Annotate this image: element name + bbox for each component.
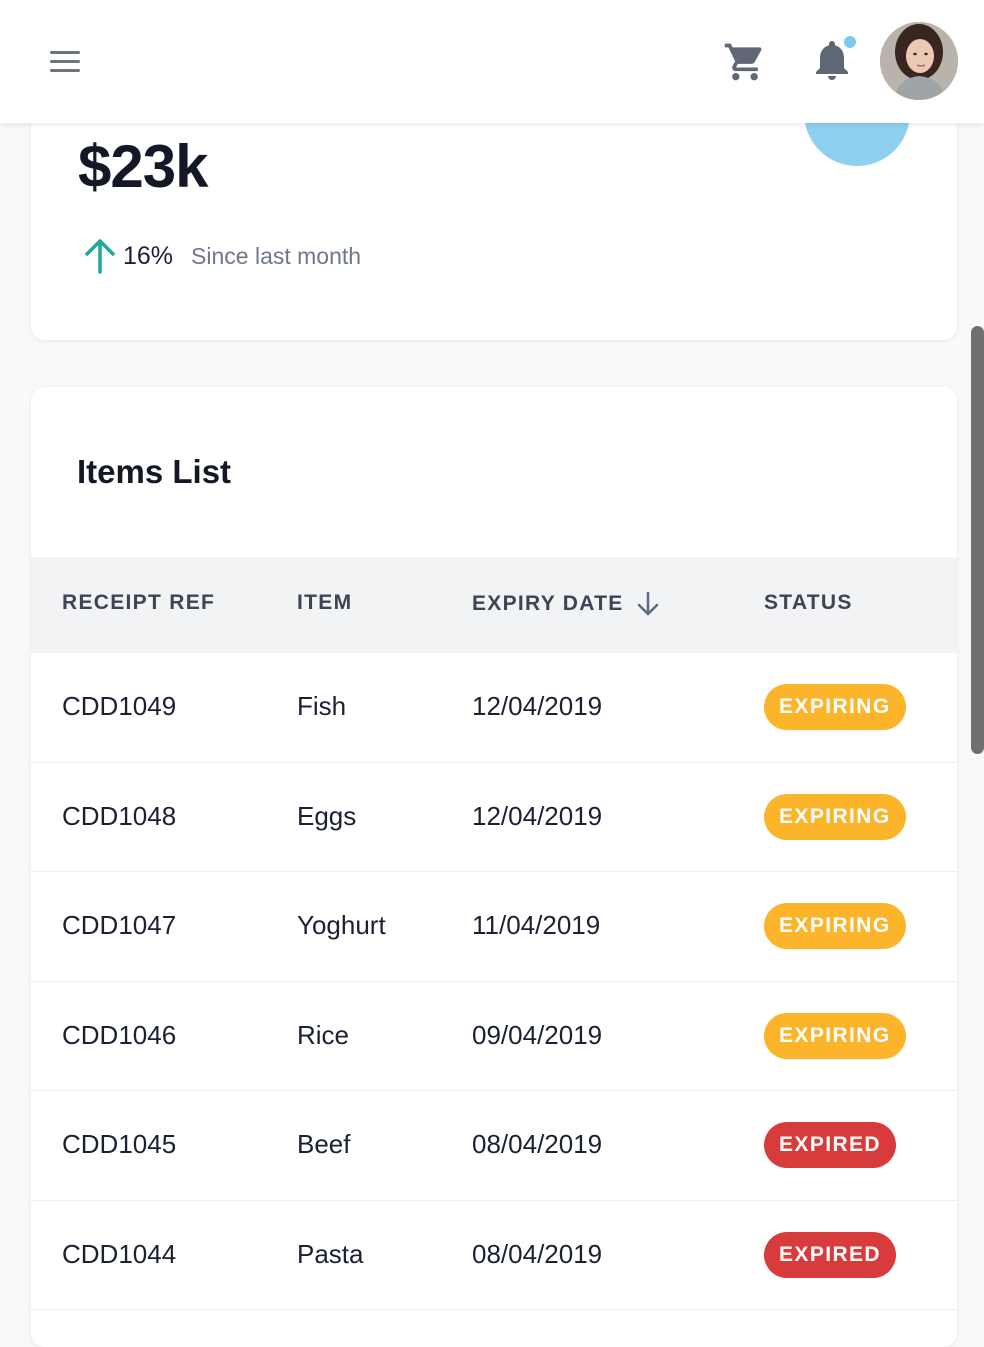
column-header-item[interactable]: ITEM bbox=[297, 591, 352, 615]
item-cell: Eggs bbox=[297, 800, 357, 831]
table-row[interactable]: CDD1047 Yoghurt 11/04/2019 EXPIRING bbox=[31, 872, 957, 982]
stat-value: $23k bbox=[78, 133, 208, 200]
menu-button[interactable] bbox=[44, 44, 86, 80]
receipt-ref-cell: CDD1048 bbox=[62, 800, 177, 831]
table-header: RECEIPT REF ITEM EXPIRY DATE STATUS bbox=[31, 557, 957, 653]
avatar-image bbox=[880, 22, 958, 100]
column-header-expiry-date-label: EXPIRY DATE bbox=[472, 592, 624, 615]
receipt-ref-cell: CDD1049 bbox=[62, 691, 177, 721]
table-row[interactable]: CDD1048 Eggs 12/04/2019 EXPIRING bbox=[31, 763, 957, 872]
arrow-up-icon bbox=[85, 239, 115, 274]
item-cell: Yoghurt bbox=[297, 910, 386, 940]
column-header-expiry-date[interactable]: EXPIRY DATE bbox=[472, 591, 660, 617]
expiry-date-cell: 08/04/2019 bbox=[472, 1238, 603, 1269]
expiry-date-cell: 09/04/2019 bbox=[472, 1019, 603, 1050]
column-header-receipt-ref[interactable]: RECEIPT REF bbox=[62, 591, 215, 615]
table-row[interactable]: CDD1044 Pasta 08/04/2019 EXPIRED bbox=[31, 1201, 957, 1310]
status-badge: EXPIRING bbox=[764, 903, 906, 949]
table-row[interactable]: CDD1046 Rice 09/04/2019 EXPIRING bbox=[31, 982, 957, 1091]
expiry-date-cell: 12/04/2019 bbox=[472, 691, 603, 721]
table-row[interactable]: CDD1045 Beef 08/04/2019 EXPIRED bbox=[31, 1091, 957, 1201]
arrow-down-icon bbox=[637, 591, 658, 616]
item-cell: Rice bbox=[297, 1019, 350, 1050]
expiry-date-cell: 12/04/2019 bbox=[472, 800, 603, 831]
page-scrollbar[interactable] bbox=[971, 326, 984, 754]
status-badge: EXPIRING bbox=[764, 684, 906, 730]
hamburger-menu-icon bbox=[50, 51, 80, 72]
column-header-status[interactable]: STATUS bbox=[764, 591, 853, 615]
items-table: RECEIPT REF ITEM EXPIRY DATE STATUS CDD1… bbox=[31, 557, 957, 1310]
user-avatar[interactable] bbox=[880, 22, 958, 100]
receipt-ref-cell: CDD1046 bbox=[62, 1019, 177, 1050]
item-cell: Beef bbox=[297, 1129, 351, 1159]
receipt-ref-cell: CDD1044 bbox=[62, 1238, 177, 1269]
table-body: CDD1049 Fish 12/04/2019 EXPIRING CDD1048 Eggs… bbox=[31, 653, 957, 1310]
top-app-bar bbox=[0, 0, 984, 123]
stat-trend: 16% Since last month bbox=[83, 238, 361, 274]
items-list-title: Items List bbox=[77, 453, 232, 490]
item-cell: Pasta bbox=[297, 1238, 364, 1269]
expiry-date-cell: 08/04/2019 bbox=[472, 1129, 603, 1159]
trend-label: Since last month bbox=[191, 242, 362, 269]
expiry-date-cell: 11/04/2019 bbox=[472, 910, 601, 940]
shopping-cart-icon bbox=[724, 43, 762, 81]
status-badge: EXPIRING bbox=[764, 793, 906, 840]
status-badge: EXPIRING bbox=[764, 1012, 906, 1059]
table-row[interactable]: CDD1049 Fish 12/04/2019 EXPIRING bbox=[31, 653, 957, 763]
status-badge: EXPIRED bbox=[764, 1231, 896, 1278]
receipt-ref-cell: CDD1047 bbox=[62, 910, 177, 940]
item-cell: Fish bbox=[297, 691, 347, 721]
cart-button[interactable] bbox=[722, 40, 768, 84]
trend-percent: 16% bbox=[123, 241, 174, 270]
notification-dot bbox=[842, 34, 858, 50]
receipt-ref-cell: CDD1045 bbox=[62, 1129, 177, 1159]
status-badge: EXPIRED bbox=[764, 1122, 896, 1168]
items-list-card: Items List RECEIPT REF ITEM EXPIRY DATE … bbox=[31, 387, 957, 1347]
